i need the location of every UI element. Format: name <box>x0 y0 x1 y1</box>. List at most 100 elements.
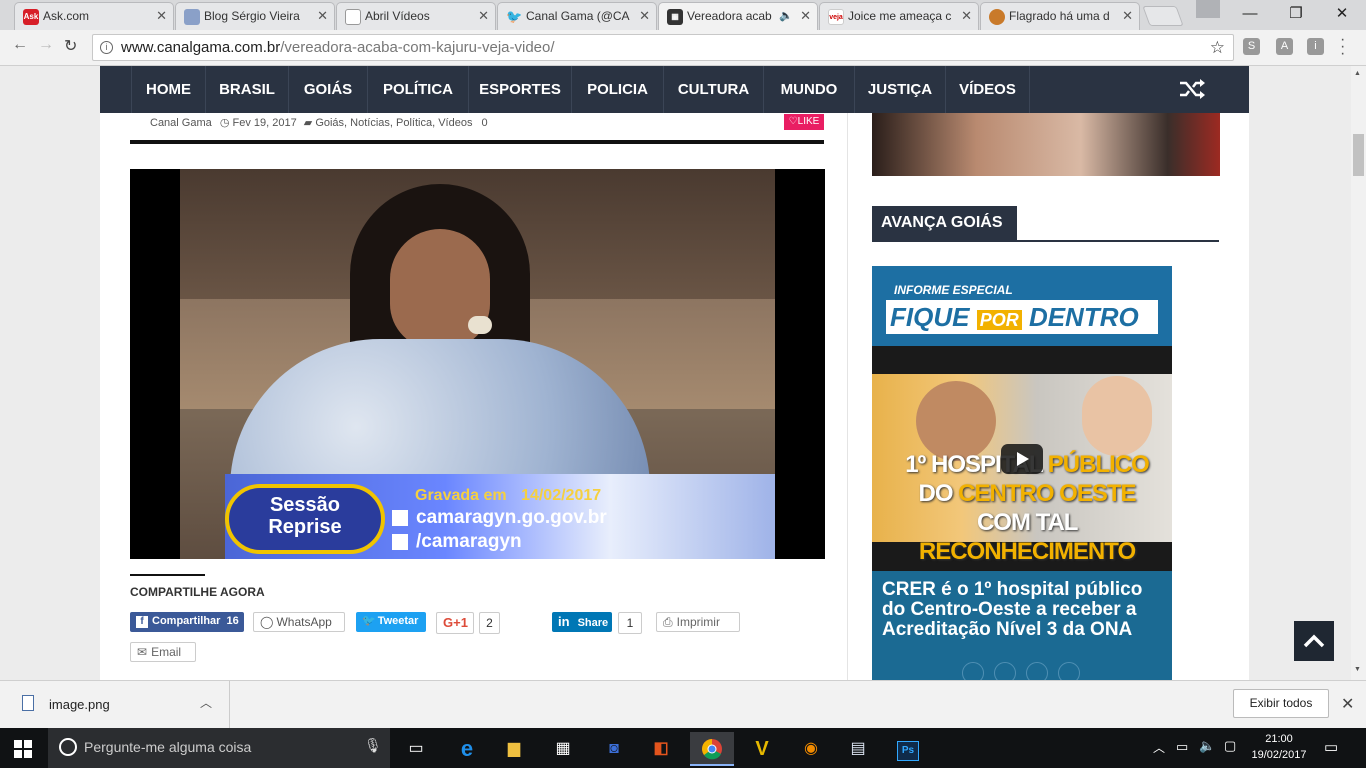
email-button[interactable]: ✉ Email <box>130 642 196 662</box>
nav-cultura[interactable]: CULTURA <box>663 66 763 113</box>
tab-close-icon[interactable]: ✕ <box>1122 3 1133 29</box>
vectr-icon[interactable]: V <box>742 732 782 766</box>
youtube-icon[interactable] <box>1026 662 1048 680</box>
scrollbar-thumb[interactable] <box>1353 134 1364 176</box>
photoshop-icon[interactable]: Ps <box>888 732 928 766</box>
instagram-icon[interactable] <box>1058 662 1080 680</box>
forward-icon[interactable]: → <box>38 36 54 54</box>
tab-title: Canal Gama (@CA <box>526 9 630 23</box>
twitter-share-button[interactable]: 🐦 Tweetar <box>356 612 426 632</box>
chrome-icon[interactable] <box>690 732 734 766</box>
browser-tab-strip: Ask Ask.com ✕ Blog Sérgio Vieira ✕ Abril… <box>0 0 1366 30</box>
nav-brasil[interactable]: BRASIL <box>205 66 288 113</box>
close-download-bar-icon[interactable]: ✕ <box>1341 694 1354 714</box>
microphone-icon[interactable]: 🎙 <box>364 737 382 754</box>
facebook-icon: f <box>136 616 148 628</box>
profile-icon[interactable] <box>1196 0 1220 18</box>
tab-abril[interactable]: Abril Vídeos ✕ <box>336 2 496 30</box>
back-icon[interactable]: ← <box>12 36 28 54</box>
maximize-icon[interactable]: ❐ <box>1273 0 1319 30</box>
battery-icon[interactable]: ▭ <box>1176 739 1188 755</box>
whatsapp-share-button[interactable]: ◯ WhatsApp <box>253 612 345 632</box>
film-icon: ▦ <box>667 9 683 25</box>
edge-icon[interactable]: e <box>447 732 487 766</box>
media-app-icon[interactable]: ◉ <box>791 732 831 766</box>
tab-veja[interactable]: veja Joice me ameaça c ✕ <box>819 2 979 30</box>
facebook-icon[interactable] <box>962 662 984 680</box>
show-all-downloads-button[interactable]: Exibir todos <box>1233 689 1329 718</box>
skype-ext-icon[interactable]: S <box>1243 38 1260 55</box>
scroll-to-top-button[interactable] <box>1294 621 1334 661</box>
tab-title: Vereadora acab <box>687 9 772 23</box>
tab-close-icon[interactable]: ✕ <box>639 3 650 29</box>
twitter-icon[interactable] <box>994 662 1016 680</box>
post-author[interactable]: Canal Gama <box>150 117 212 129</box>
tab-close-icon[interactable]: ✕ <box>961 3 972 29</box>
download-item[interactable]: image.png ︿ <box>0 681 230 729</box>
comment-count[interactable]: 0 <box>482 117 488 129</box>
nav-videos[interactable]: VÍDEOS <box>945 66 1030 113</box>
close-window-icon[interactable]: ✕ <box>1319 0 1365 30</box>
tab-close-icon[interactable]: ✕ <box>156 3 167 29</box>
facebook-share-button[interactable]: f Compartilhar 16 <box>130 612 244 632</box>
tab-blog[interactable]: Blog Sérgio Vieira ✕ <box>175 2 335 30</box>
nav-justica[interactable]: JUSTIÇA <box>854 66 945 113</box>
notepad-icon[interactable]: ▤ <box>838 732 878 766</box>
office-icon[interactable]: ◧ <box>641 732 681 766</box>
menu-dots-icon[interactable]: · · · <box>1340 32 1345 62</box>
tab-ask[interactable]: Ask Ask.com ✕ <box>14 2 174 30</box>
nav-home[interactable]: HOME <box>131 66 205 113</box>
tab-twitter[interactable]: 🐦 Canal Gama (@CA ✕ <box>497 2 657 30</box>
nav-goias[interactable]: GOIÁS <box>288 66 367 113</box>
file-explorer-icon[interactable]: ▆ <box>494 732 534 766</box>
ad-line-3a: COM TAL <box>976 509 1078 536</box>
bookmark-star-icon[interactable]: ☆ <box>1210 35 1225 60</box>
main-nav: HOME BRASIL GOIÁS POLÍTICA ESPORTES POLI… <box>100 66 1249 113</box>
info-icon[interactable]: i <box>100 41 113 54</box>
chevron-up-icon <box>1303 634 1325 648</box>
nav-politica[interactable]: POLÍTICA <box>367 66 468 113</box>
avanca-goias-ad[interactable]: INFORME ESPECIAL FIQUE POR DENTRO 1º HOS… <box>872 266 1172 680</box>
tab-flagrado[interactable]: Flagrado há uma d ✕ <box>980 2 1140 30</box>
tab-active[interactable]: ▦ Vereadora acab 🔈 ✕ <box>658 2 818 30</box>
ad-play-button[interactable] <box>1001 444 1043 474</box>
windows-start-icon[interactable] <box>14 740 32 758</box>
task-view-icon[interactable]: ▭ <box>396 732 436 766</box>
taskbar-clock[interactable]: 21:00 19/02/2017 <box>1247 731 1311 763</box>
new-tab-button[interactable] <box>1142 6 1184 26</box>
store-icon[interactable]: ▦ <box>543 732 583 766</box>
tab-close-icon[interactable]: ✕ <box>317 3 328 29</box>
print-button[interactable]: ⎙ Imprimir <box>656 612 740 632</box>
nav-mundo[interactable]: MUNDO <box>763 66 854 113</box>
scroll-up-arrow-icon[interactable]: ▲ <box>1354 70 1361 77</box>
tray-chevron-up-icon[interactable]: ︿ <box>1153 739 1165 756</box>
audio-icon[interactable]: 🔈 <box>779 3 793 29</box>
minimize-icon[interactable]: — <box>1227 0 1273 30</box>
scroll-down-arrow-icon[interactable]: ▼ <box>1354 666 1361 673</box>
linkedin-share-button[interactable]: in Share <box>552 612 612 632</box>
post-categories[interactable]: Goiás, Notícias, Política, Vídeos <box>315 117 472 129</box>
ext-info-icon[interactable]: i <box>1307 38 1324 55</box>
gplus-button[interactable]: G+1 <box>436 612 474 634</box>
action-center-icon[interactable]: ▭ <box>1324 738 1338 756</box>
volume-icon[interactable]: 🔈 <box>1199 738 1215 754</box>
nav-esportes[interactable]: ESPORTES <box>468 66 571 113</box>
download-bar: image.png ︿ Exibir todos ✕ <box>0 680 1366 729</box>
nav-policia[interactable]: POLICIA <box>571 66 663 113</box>
ext-a-icon[interactable]: A <box>1276 38 1293 55</box>
ask-icon: Ask <box>23 9 39 25</box>
like-button[interactable]: ♡LIKE <box>784 114 824 130</box>
tab-close-icon[interactable]: ✕ <box>478 3 489 29</box>
reload-icon[interactable]: ↻ <box>64 36 77 56</box>
cortana-search-box[interactable]: Pergunte-me alguma coisa 🎙 <box>48 728 390 768</box>
video-player[interactable]: Sessão Reprise Gravada em 14/02/2017 cam… <box>130 169 825 559</box>
help-app-icon[interactable]: ◙ <box>594 732 634 766</box>
tab-close-icon[interactable]: ✕ <box>800 3 811 29</box>
page-scrollbar[interactable]: ▲ ▼ <box>1351 66 1366 680</box>
video-badge: Sessão Reprise <box>225 484 385 554</box>
network-icon[interactable]: ▢ <box>1224 738 1236 754</box>
chevron-down-icon[interactable]: ︿ <box>200 694 212 711</box>
address-bar[interactable]: i www.canalgama.com.br/vereadora-acaba-c… <box>92 34 1234 61</box>
shuffle-icon[interactable] <box>1178 77 1208 103</box>
sidebar-top-image[interactable] <box>872 113 1220 176</box>
